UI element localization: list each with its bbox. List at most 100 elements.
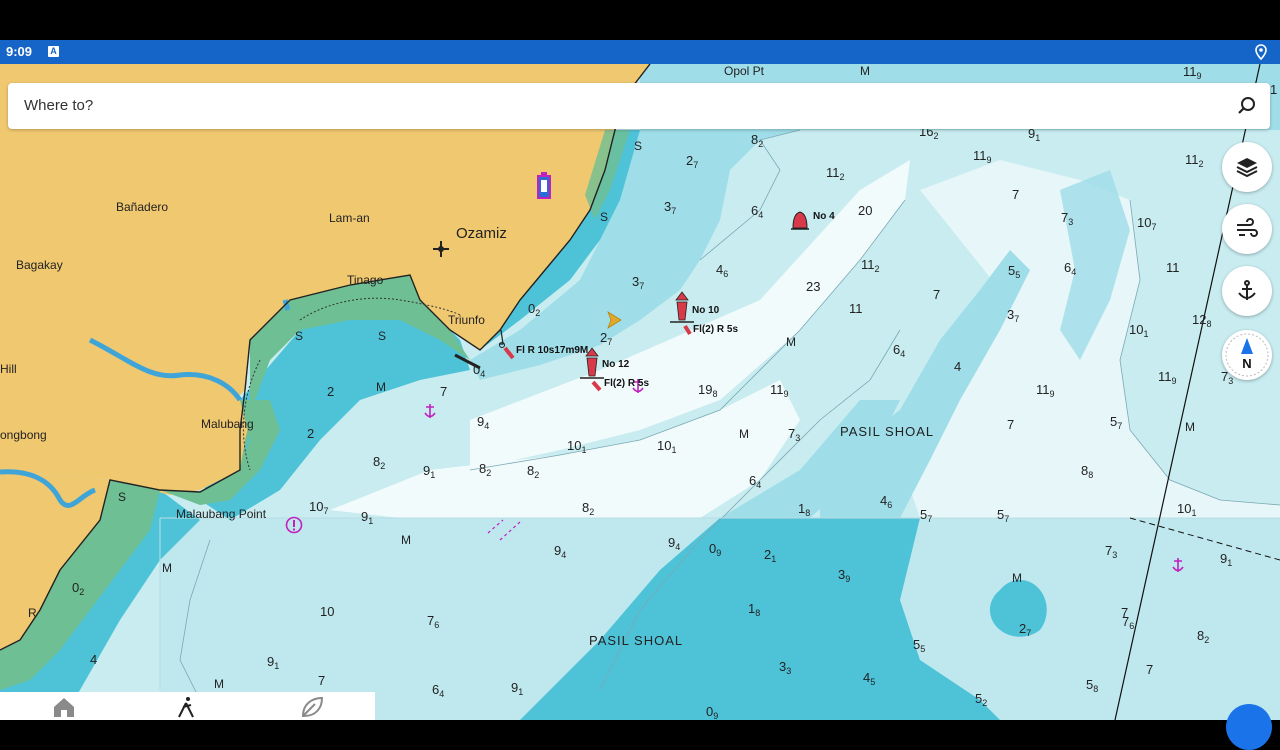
caution-icon[interactable] <box>285 516 303 534</box>
depth-sounding: 119 <box>1036 382 1055 399</box>
depth-sounding: 02 <box>528 301 541 318</box>
depth-sounding: 119 <box>973 148 992 165</box>
search-bar[interactable]: Where to? <box>8 83 1270 129</box>
place-label: Tinago <box>347 273 384 287</box>
seabed-label: M <box>1012 571 1022 585</box>
walk-icon[interactable] <box>175 696 199 718</box>
depth-sounding: 11 <box>1166 260 1180 275</box>
layers-icon <box>1236 158 1258 178</box>
location-pin-icon <box>1255 44 1267 60</box>
depth-sounding: 27 <box>1019 621 1032 638</box>
buoy-label: Fl R 10s17m9M <box>516 345 589 356</box>
depth-sounding: 82 <box>751 132 764 149</box>
depth-sounding: 57 <box>920 507 933 524</box>
depth-sounding: 7 <box>1012 187 1020 202</box>
depth-sounding: 27 <box>686 153 699 170</box>
light-icon[interactable] <box>495 326 517 360</box>
compass-button[interactable]: N <box>1222 330 1272 380</box>
depth-sounding: 64 <box>893 342 906 359</box>
compass-icon <box>1225 333 1269 377</box>
shoal-label: PASIL SHOAL <box>840 424 935 439</box>
depth-sounding: 82 <box>582 500 595 517</box>
leaf-icon[interactable] <box>300 696 324 718</box>
depth-sounding: 02 <box>72 580 85 597</box>
buoy-label: No 12 <box>602 359 630 370</box>
depth-sounding: 91 <box>423 463 436 480</box>
place-label: Malaubang Point <box>176 507 267 521</box>
depth-sounding: 198 <box>698 382 718 399</box>
depth-sounding: 46 <box>880 493 893 510</box>
depth-sounding: 45 <box>863 670 876 687</box>
depth-sounding: 46 <box>716 262 729 279</box>
shoal-label: PASIL SHOAL <box>589 633 684 648</box>
depth-sounding: 2 <box>327 384 335 399</box>
depth-sounding: 37 <box>1007 307 1020 324</box>
status-time: 9:09 <box>6 44 33 59</box>
wind-icon <box>1237 218 1258 237</box>
buoy-label: No 10 <box>692 305 720 316</box>
seabed-label: M <box>376 380 386 394</box>
anchorage-icon[interactable] <box>1170 556 1186 574</box>
seabed-label: M <box>162 561 172 575</box>
anchor-button[interactable] <box>1222 266 1272 316</box>
depth-sounding: 128 <box>1192 312 1212 329</box>
depth-sounding: 18 <box>748 601 761 618</box>
depth-sounding: 04 <box>473 362 486 379</box>
position-arrow-icon[interactable] <box>605 310 623 330</box>
depth-sounding: 37 <box>632 274 645 291</box>
depth-sounding: 23 <box>806 279 821 294</box>
depth-sounding: 112 <box>826 165 845 182</box>
anchorage-icon[interactable] <box>422 402 438 420</box>
depth-sounding: 10 <box>320 604 335 619</box>
depth-sounding: 7 <box>1007 417 1015 432</box>
depth-sounding: 73 <box>1105 543 1118 560</box>
depth-sounding: 55 <box>1008 263 1021 280</box>
depth-sounding: 7 <box>1146 662 1154 677</box>
nautical-chart[interactable]: Opol Pt Bañadero Lam-an Ozamiz Bagakay T… <box>0 64 1280 720</box>
place-label: ongbong <box>0 428 47 442</box>
place-label: Ozamiz <box>456 225 507 242</box>
home-icon[interactable] <box>52 696 76 718</box>
depth-sounding: 82 <box>1197 628 1210 645</box>
depth-sounding: 20 <box>858 203 873 218</box>
search-input[interactable]: Where to? <box>24 97 93 114</box>
depth-sounding: 7 <box>933 287 941 302</box>
depth-sounding: 91 <box>1220 551 1233 568</box>
depth-sounding: 76 <box>427 613 440 630</box>
depth-sounding: 1 <box>1270 82 1278 97</box>
navigate-action-button[interactable] <box>1226 704 1272 750</box>
depth-sounding: 7 <box>318 673 326 688</box>
seabed-label: S <box>378 329 387 343</box>
depth-sounding: 101 <box>567 438 587 455</box>
depth-sounding: 101 <box>1129 322 1149 339</box>
top-black-bar <box>0 0 1280 40</box>
depth-sounding: 2 <box>307 426 315 441</box>
depth-sounding: 82 <box>479 461 492 478</box>
seabed-label: M <box>786 335 796 349</box>
search-icon[interactable] <box>1236 95 1258 117</box>
seabed-label: M <box>401 533 411 547</box>
buoy-label: No 4 <box>813 211 835 222</box>
depth-sounding: 4 <box>954 359 962 374</box>
depth-sounding: 64 <box>432 682 445 699</box>
depth-sounding: 119 <box>770 382 789 399</box>
depth-sounding: 76 <box>1122 614 1135 631</box>
marina-icon[interactable] <box>535 171 553 201</box>
seabed-label: M <box>1185 420 1195 434</box>
depth-sounding: 101 <box>1177 501 1197 518</box>
buoy-label: Fl(2) R 5s <box>693 324 739 335</box>
notification-icon: A <box>48 46 59 57</box>
buoy-no4-icon[interactable] <box>789 208 811 232</box>
place-label: Bagakay <box>16 258 63 272</box>
depth-sounding: 94 <box>668 535 681 552</box>
place-label: Opol Pt <box>724 64 765 78</box>
depth-sounding: 52 <box>975 691 988 708</box>
depth-sounding: 7 <box>440 384 448 399</box>
depth-sounding: 73 <box>1061 210 1074 227</box>
depth-sounding: 33 <box>779 659 792 676</box>
depth-sounding: 55 <box>913 637 926 654</box>
status-bar: 9:09 A <box>0 40 1280 64</box>
layers-button[interactable] <box>1222 142 1272 192</box>
wind-button[interactable] <box>1222 204 1272 254</box>
depth-sounding: 112 <box>1185 152 1204 169</box>
